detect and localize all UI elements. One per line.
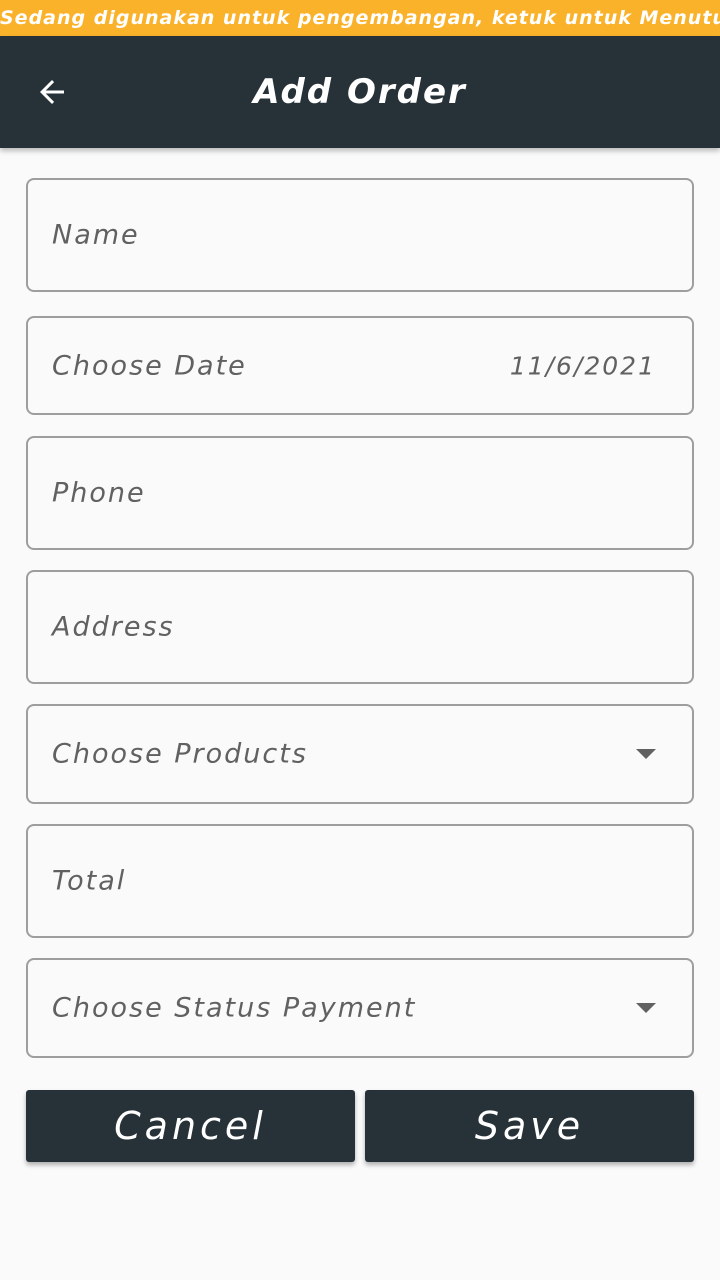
phone-field[interactable]: Phone bbox=[26, 436, 694, 550]
name-field[interactable]: Name bbox=[26, 178, 694, 292]
page-title: Add Order bbox=[253, 72, 467, 112]
products-dropdown[interactable]: Choose Products bbox=[26, 704, 694, 804]
products-dropdown-label: Choose Products bbox=[52, 738, 308, 770]
save-button[interactable]: Save bbox=[365, 1090, 694, 1162]
cancel-button[interactable]: Cancel bbox=[26, 1090, 355, 1162]
address-field-label: Address bbox=[52, 611, 175, 643]
arrow-drop-down-icon bbox=[636, 1003, 656, 1013]
total-field-label: Total bbox=[52, 865, 127, 897]
date-field-value: 11/6/2021 bbox=[509, 351, 656, 380]
total-field[interactable]: Total bbox=[26, 824, 694, 938]
phone-field-label: Phone bbox=[52, 477, 146, 509]
app-bar: Add Order bbox=[0, 36, 720, 148]
dev-mode-banner[interactable]: Sedang digunakan untuk pengembangan, ket… bbox=[0, 0, 720, 36]
date-picker-field[interactable]: Choose Date 11/6/2021 bbox=[26, 316, 694, 415]
arrow-drop-down-icon bbox=[636, 749, 656, 759]
address-field[interactable]: Address bbox=[26, 570, 694, 684]
status-payment-dropdown[interactable]: Choose Status Payment bbox=[26, 958, 694, 1058]
name-field-label: Name bbox=[52, 219, 140, 251]
date-field-label: Choose Date bbox=[52, 350, 247, 381]
status-payment-dropdown-label: Choose Status Payment bbox=[52, 992, 417, 1024]
